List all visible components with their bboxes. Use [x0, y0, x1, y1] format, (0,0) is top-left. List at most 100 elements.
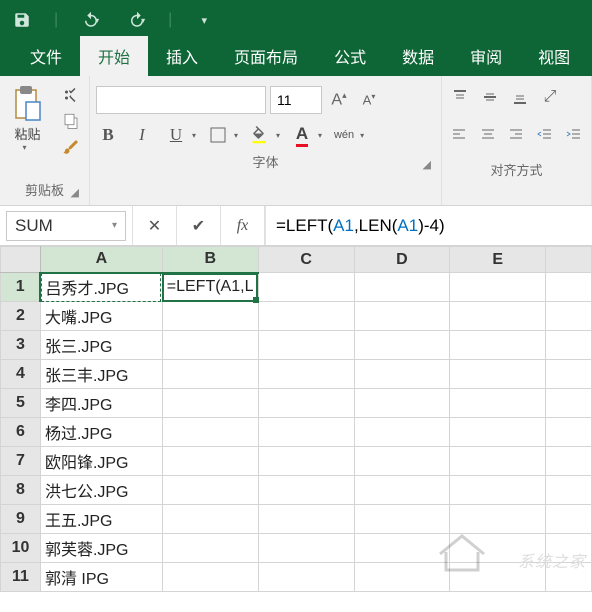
tab-data[interactable]: 数据	[384, 36, 452, 76]
cell[interactable]: 郭清 IPG	[40, 563, 162, 592]
insert-function-button[interactable]: fx	[221, 206, 265, 245]
align-right-button[interactable]	[505, 124, 528, 146]
cell[interactable]: 洪七公.JPG	[40, 476, 162, 505]
cell[interactable]	[546, 331, 592, 360]
cell[interactable]	[354, 389, 450, 418]
font-name-input[interactable]	[96, 86, 266, 114]
column-header-B[interactable]: B	[162, 247, 258, 273]
tab-file[interactable]: 文件	[12, 36, 80, 76]
redo-button[interactable]: ▾	[122, 6, 150, 34]
cell[interactable]: 张三丰.JPG	[40, 360, 162, 389]
cell[interactable]	[546, 505, 592, 534]
cut-button[interactable]	[59, 84, 83, 106]
cell[interactable]	[162, 302, 258, 331]
align-center-button[interactable]	[477, 124, 500, 146]
cell[interactable]	[258, 505, 354, 534]
column-header-E[interactable]: E	[450, 247, 546, 273]
increase-indent-button[interactable]	[562, 124, 585, 146]
column-header-D[interactable]: D	[354, 247, 450, 273]
font-launcher[interactable]: ◢	[423, 158, 431, 171]
cell[interactable]	[450, 302, 546, 331]
clipboard-launcher[interactable]: ◢	[71, 186, 79, 199]
border-button[interactable]	[206, 122, 230, 148]
tab-review[interactable]: 审阅	[452, 36, 520, 76]
row-header[interactable]: 3	[1, 331, 41, 360]
increase-font-button[interactable]: A▴	[326, 86, 352, 114]
cell[interactable]	[354, 447, 450, 476]
format-painter-button[interactable]	[59, 136, 83, 158]
phonetic-button[interactable]: wén	[332, 122, 356, 148]
cell[interactable]	[450, 273, 546, 302]
align-left-button[interactable]	[448, 124, 471, 146]
cell[interactable]	[354, 476, 450, 505]
cell[interactable]	[162, 331, 258, 360]
paste-button[interactable]: 粘贴 ▾	[6, 84, 49, 152]
cell[interactable]	[354, 360, 450, 389]
cell[interactable]	[546, 302, 592, 331]
qat-customize-button[interactable]: ▾	[190, 6, 218, 34]
copy-button[interactable]	[59, 110, 83, 132]
cell[interactable]: 欧阳锋.JPG	[40, 447, 162, 476]
tab-formulas[interactable]: 公式	[316, 36, 384, 76]
cell[interactable]	[162, 476, 258, 505]
cell[interactable]: =LEFT(A1,L	[162, 273, 258, 302]
cell[interactable]	[258, 418, 354, 447]
cell[interactable]	[162, 534, 258, 563]
cell[interactable]	[258, 331, 354, 360]
cell[interactable]	[162, 418, 258, 447]
cancel-formula-button[interactable]: ✕	[133, 206, 177, 245]
cell[interactable]	[450, 476, 546, 505]
row-header[interactable]: 4	[1, 360, 41, 389]
cell[interactable]	[162, 360, 258, 389]
cell[interactable]: 杨过.JPG	[40, 418, 162, 447]
align-top-button[interactable]	[448, 86, 472, 108]
cell[interactable]	[546, 389, 592, 418]
cell[interactable]	[258, 563, 354, 592]
bold-button[interactable]: B	[96, 122, 120, 148]
cell[interactable]	[546, 534, 592, 563]
save-button[interactable]	[8, 6, 36, 34]
cell[interactable]	[546, 476, 592, 505]
orientation-button[interactable]: ⤢	[538, 86, 562, 108]
column-header-A[interactable]: A	[40, 247, 162, 273]
cell[interactable]	[162, 447, 258, 476]
cell[interactable]	[258, 476, 354, 505]
cell[interactable]	[450, 447, 546, 476]
fill-color-button[interactable]	[248, 122, 272, 148]
row-header[interactable]: 2	[1, 302, 41, 331]
cell[interactable]: 郭芙蓉.JPG	[40, 534, 162, 563]
italic-button[interactable]: I	[130, 122, 154, 148]
cell[interactable]	[546, 447, 592, 476]
name-box[interactable]: SUM ▾	[6, 211, 126, 241]
underline-button[interactable]: U	[164, 122, 188, 148]
cell[interactable]	[546, 418, 592, 447]
cell[interactable]	[450, 389, 546, 418]
cell[interactable]	[450, 360, 546, 389]
tab-insert[interactable]: 插入	[148, 36, 216, 76]
row-header[interactable]: 7	[1, 447, 41, 476]
font-color-button[interactable]: A	[290, 122, 314, 148]
align-middle-button[interactable]	[478, 86, 502, 108]
cell[interactable]	[354, 331, 450, 360]
cell[interactable]	[258, 273, 354, 302]
cell[interactable]: 李四.JPG	[40, 389, 162, 418]
row-header[interactable]: 8	[1, 476, 41, 505]
cell[interactable]	[546, 273, 592, 302]
row-header[interactable]: 5	[1, 389, 41, 418]
align-bottom-button[interactable]	[508, 86, 532, 108]
spreadsheet-grid[interactable]: A B C D E 1吕秀才.JPG=LEFT(A1,L2大嘴.JPG3张三.J…	[0, 246, 592, 592]
cell[interactable]	[546, 360, 592, 389]
cell[interactable]: 王五.JPG	[40, 505, 162, 534]
cell[interactable]	[258, 302, 354, 331]
enter-formula-button[interactable]: ✔	[177, 206, 221, 245]
cell[interactable]	[162, 505, 258, 534]
cell[interactable]	[258, 534, 354, 563]
row-header[interactable]: 6	[1, 418, 41, 447]
cell[interactable]	[162, 563, 258, 592]
cell[interactable]: 吕秀才.JPG	[40, 273, 162, 302]
decrease-indent-button[interactable]	[534, 124, 557, 146]
column-header-F[interactable]	[546, 247, 592, 273]
select-all-corner[interactable]	[1, 247, 41, 273]
tab-view[interactable]: 视图	[520, 36, 588, 76]
cell[interactable]	[354, 418, 450, 447]
